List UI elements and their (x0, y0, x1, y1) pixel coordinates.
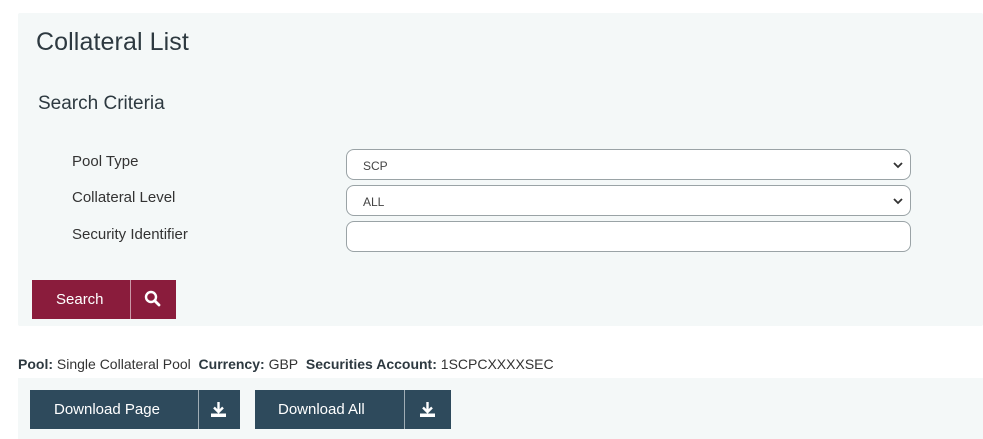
button-divider (404, 390, 405, 429)
page-title: Collateral List (36, 28, 189, 56)
search-button[interactable]: Search (32, 280, 176, 319)
pool-type-select[interactable]: SCP (346, 149, 911, 180)
currency-value: GBP (268, 356, 299, 372)
search-icon (144, 290, 161, 307)
currency-label: Currency: (198, 356, 265, 372)
collateral-level-label: Collateral Level (72, 189, 176, 206)
chevron-down-icon (893, 198, 903, 205)
pool-label: Pool: (18, 356, 53, 372)
security-identifier-input[interactable] (346, 221, 911, 252)
search-criteria-title: Search Criteria (38, 93, 165, 114)
button-divider (130, 280, 131, 319)
collateral-level-select[interactable]: ALL (346, 185, 911, 216)
download-icon (420, 402, 435, 417)
pool-type-label: Pool Type (72, 153, 139, 170)
search-button-label: Search (56, 291, 104, 308)
collateral-level-value: ALL (363, 195, 385, 209)
pool-info: Pool: Single Collateral Pool Currency: G… (18, 356, 554, 372)
pool-type-value: SCP (363, 159, 388, 173)
download-icon (211, 402, 226, 417)
securities-account-label: Securities Account: (305, 356, 437, 372)
download-page-label: Download Page (54, 401, 160, 418)
security-identifier-label: Security Identifier (72, 226, 188, 243)
download-page-button[interactable]: Download Page (30, 390, 240, 429)
download-all-button[interactable]: Download All (255, 390, 451, 429)
download-all-label: Download All (278, 401, 365, 418)
securities-account-value: 1SCPCXXXXSEC (440, 356, 554, 372)
chevron-down-icon (893, 162, 903, 169)
button-divider (198, 390, 199, 429)
pool-value: Single Collateral Pool (56, 356, 191, 372)
